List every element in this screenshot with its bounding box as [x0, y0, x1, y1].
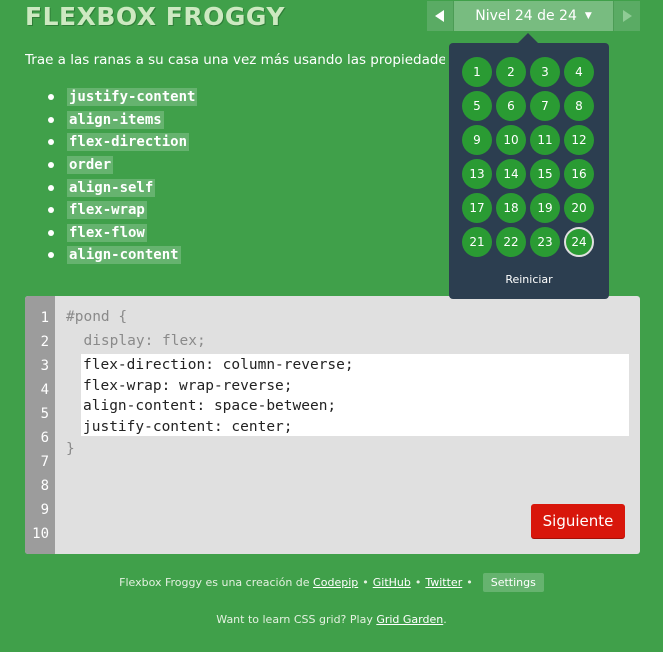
property-link[interactable]: align-self [67, 178, 156, 197]
footer-grid-promo: Want to learn CSS grid? Play Grid Garden… [0, 613, 663, 626]
bullet-icon [48, 184, 54, 191]
property-link[interactable]: order [67, 156, 114, 175]
separator-dot: • [414, 576, 422, 589]
level-button[interactable]: 18 [496, 193, 526, 223]
property-link[interactable]: flex-direction [67, 133, 190, 152]
line-number: 2 [40, 334, 49, 350]
bullet-icon [48, 252, 54, 259]
level-button[interactable]: 5 [462, 91, 492, 121]
line-number: 5 [40, 406, 49, 422]
bullet-icon [48, 229, 54, 236]
level-button[interactable]: 13 [462, 159, 492, 189]
property-item: align-content [48, 244, 197, 267]
level-button[interactable]: 17 [462, 193, 492, 223]
level-button[interactable]: 10 [496, 125, 526, 155]
code-selector: #pond { [66, 309, 128, 325]
previous-level-button[interactable] [427, 1, 454, 31]
credit-text: Flexbox Froggy es una creación de [119, 576, 310, 589]
property-item: align-items [48, 109, 197, 132]
property-item: flex-direction [48, 131, 197, 154]
github-link[interactable]: GitHub [373, 576, 411, 589]
property-item: flex-flow [48, 222, 197, 245]
bullet-icon [48, 162, 54, 169]
line-number: 6 [40, 430, 49, 446]
level-button[interactable]: 4 [564, 57, 594, 87]
line-number: 10 [32, 526, 49, 542]
separator-dot: • [362, 576, 369, 589]
line-number: 8 [40, 478, 49, 494]
grid-promo-text: Want to learn CSS grid? Play [216, 613, 373, 626]
grid-garden-link[interactable]: Grid Garden [376, 613, 443, 626]
property-list: justify-content align-items flex-direction… [48, 86, 198, 267]
level-button[interactable]: 7 [530, 91, 560, 121]
property-item: align-self [48, 176, 197, 199]
separator-dot: • [466, 576, 473, 589]
line-number: 4 [40, 382, 49, 398]
line-number: 7 [40, 454, 49, 470]
level-button[interactable]: 8 [564, 91, 594, 121]
grid-promo-period: . [443, 613, 447, 626]
property-item: order [48, 154, 197, 177]
code-editor: 1 2 3 4 5 6 7 8 9 10 #pond { display: flex; flex-… [25, 296, 640, 554]
level-button[interactable]: 20 [564, 193, 594, 223]
code-closing-brace: } [66, 441, 75, 457]
property-link[interactable]: justify-content [67, 88, 198, 107]
level-dropdown: Reiniciar 1 2 3 4 5 6 7 8 9 10 11 12 13 14 15 16 17 18 19 2… [449, 43, 609, 299]
property-link[interactable]: flex-flow [67, 223, 147, 242]
bullet-icon [48, 94, 54, 101]
property-link[interactable]: flex-wrap [67, 201, 147, 220]
level-button[interactable]: 19 [530, 193, 560, 223]
bullet-icon [48, 139, 54, 146]
level-button[interactable]: 23 [530, 227, 560, 257]
level-button[interactable]: 1 [462, 57, 492, 87]
property-item: flex-wrap [48, 199, 197, 222]
level-button[interactable]: 12 [564, 125, 594, 155]
caret-down-icon: ▼ [584, 11, 592, 21]
level-button[interactable]: 11 [530, 125, 560, 155]
level-button[interactable]: 14 [496, 159, 526, 189]
line-number-gutter: 1 2 3 4 5 6 7 8 9 10 [25, 296, 55, 554]
level-button[interactable]: 21 [462, 227, 492, 257]
dropdown-pointer [518, 33, 538, 43]
bullet-icon [48, 116, 54, 123]
level-button[interactable]: 6 [496, 91, 526, 121]
instructions: Trae a las ranas a su casa una vez más u… [25, 52, 445, 68]
next-button[interactable]: Siguiente [531, 504, 625, 538]
level-button[interactable]: 2 [496, 57, 526, 87]
bullet-icon [48, 207, 54, 214]
level-button[interactable]: 3 [530, 57, 560, 87]
line-number: 1 [40, 310, 49, 326]
level-button[interactable]: 22 [496, 227, 526, 257]
css-input[interactable]: flex-direction: column-reverse; flex-wra… [81, 354, 629, 436]
level-indicator[interactable]: Nivel 24 de 24 ▼ [454, 1, 613, 31]
arrow-left-icon [435, 10, 444, 22]
line-number: 3 [40, 358, 49, 374]
level-button[interactable]: 9 [462, 125, 492, 155]
level-label: Nivel 24 de 24 [475, 8, 577, 24]
settings-button[interactable]: Settings [482, 573, 544, 592]
app-title: FLEXBOX FROGGY [25, 2, 285, 31]
level-navigation: Nivel 24 de 24 ▼ [427, 1, 640, 31]
codepip-link[interactable]: Codepip [313, 576, 358, 589]
property-link[interactable]: align-items [67, 110, 164, 129]
next-level-button[interactable] [613, 1, 640, 31]
property-link[interactable]: align-content [67, 246, 181, 265]
level-button[interactable]: 16 [564, 159, 594, 189]
line-number: 9 [40, 502, 49, 518]
twitter-link[interactable]: Twitter [425, 576, 462, 589]
property-item: justify-content [48, 86, 198, 109]
level-button[interactable]: 24 [564, 227, 594, 257]
arrow-right-icon [623, 10, 632, 22]
level-button[interactable]: 15 [530, 159, 560, 189]
code-display-line: display: flex; [66, 333, 206, 349]
footer-credits: Flexbox Froggy es una creación de Codepi… [0, 573, 663, 592]
reset-button[interactable]: Reiniciar [449, 273, 609, 286]
